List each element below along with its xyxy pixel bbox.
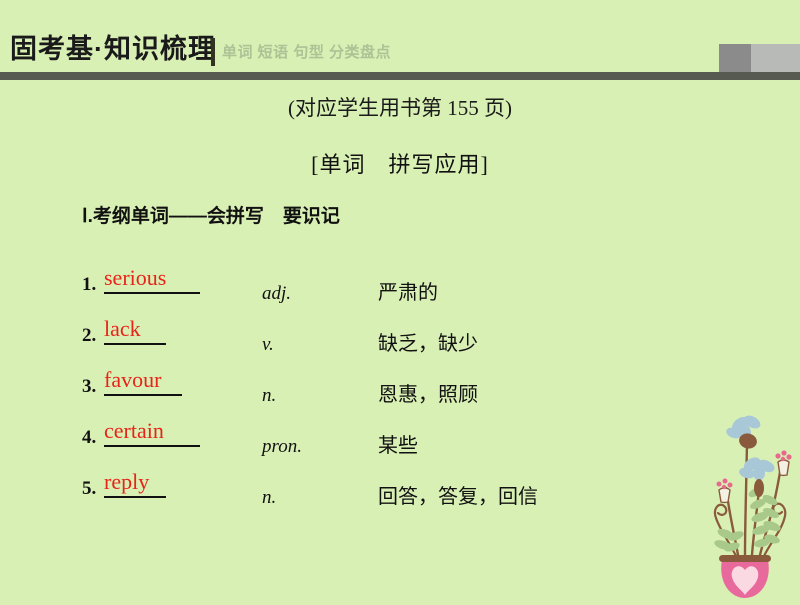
- word-blank-slot[interactable]: reply: [104, 469, 166, 498]
- corner-block-light: [751, 44, 800, 72]
- list-item: 5. reply n. 回答，答复，回信: [0, 456, 700, 508]
- word-meaning: 回答，答复，回信: [378, 486, 538, 508]
- word-blank-slot[interactable]: certain: [104, 418, 200, 447]
- part-of-speech: adj.: [262, 283, 292, 304]
- word-blank-slot[interactable]: serious: [104, 265, 200, 294]
- row-index: 4.: [82, 427, 97, 448]
- header-accent-bar: [0, 72, 800, 80]
- row-index: 1.: [82, 274, 97, 295]
- page-title: 固考基·知识梳理: [10, 34, 216, 64]
- corner-block-dark: [719, 44, 751, 72]
- row-index: 2.: [82, 325, 97, 346]
- part-of-speech: v.: [262, 334, 274, 355]
- section-title: [单词 拼写应用]: [311, 152, 489, 177]
- part-of-speech: pron.: [262, 436, 302, 457]
- word-blank-slot[interactable]: lack: [104, 316, 166, 345]
- subsection-title: Ⅰ.考纲单词——会拼写 要识记: [82, 206, 340, 227]
- part-of-speech: n.: [262, 385, 277, 406]
- row-index: 3.: [82, 376, 97, 397]
- word-answer: lack: [104, 316, 141, 341]
- list-item: 1. serious adj. 严肃的: [0, 252, 700, 304]
- list-item: 2. lack v. 缺乏，缺少: [0, 303, 700, 355]
- list-item: 3. favour n. 恩惠，照顾: [0, 354, 700, 406]
- header-band: 固考基·知识梳理 单词 短语 句型 分类盘点: [0, 0, 800, 80]
- word-list: 1. serious adj. 严肃的 2. lack v. 缺乏，缺少 3. …: [0, 252, 700, 508]
- word-blank-slot[interactable]: favour: [104, 367, 182, 396]
- word-answer: certain: [104, 418, 164, 443]
- flower-pot-illustration: [690, 400, 800, 600]
- row-index: 5.: [82, 478, 97, 499]
- list-item: 4. certain pron. 某些: [0, 405, 700, 457]
- word-answer: reply: [104, 469, 150, 494]
- word-meaning: 某些: [378, 435, 418, 457]
- part-of-speech: n.: [262, 487, 277, 508]
- word-meaning: 缺乏，缺少: [378, 333, 478, 355]
- page-reference: (对应学生用书第 155 页): [288, 96, 512, 120]
- word-answer: favour: [104, 367, 162, 392]
- word-meaning: 严肃的: [378, 282, 438, 304]
- header-divider: [211, 38, 215, 66]
- word-answer: serious: [104, 265, 167, 290]
- word-meaning: 恩惠，照顾: [378, 384, 478, 406]
- header-subtitle: 单词 短语 句型 分类盘点: [222, 44, 392, 61]
